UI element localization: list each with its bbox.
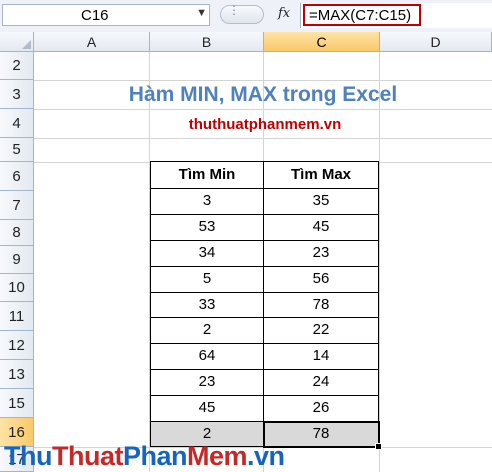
column-header-d[interactable]: D [380, 32, 492, 52]
header-tim-min[interactable]: Tìm Min [151, 162, 263, 188]
table-cell[interactable]: 24 [264, 369, 378, 395]
table-cell[interactable]: 22 [264, 317, 378, 343]
column-header-a[interactable]: A [34, 32, 150, 52]
table-cell[interactable]: 23 [264, 240, 378, 266]
row-header-9[interactable]: 9 [0, 246, 34, 274]
table-cell[interactable]: 45 [264, 214, 378, 240]
select-all-button[interactable] [0, 32, 34, 52]
watermark-part: .vn [247, 441, 285, 471]
watermark-part: Mem [187, 441, 248, 471]
table-cell[interactable]: 23 [151, 369, 263, 395]
table-cell[interactable]: 64 [151, 343, 263, 369]
watermark-part: Phan [122, 441, 188, 471]
formula-bar: C16 ▼ ⋮ fx =MAX(C7:C15) [0, 0, 492, 33]
grip-icon: ⋮ [228, 3, 240, 17]
table-cell[interactable]: 3 [151, 188, 263, 214]
table-cell[interactable]: 34 [151, 240, 263, 266]
row-header-6[interactable]: 6 [0, 162, 34, 191]
row-header-8[interactable]: 8 [0, 220, 34, 246]
row-header-3[interactable]: 3 [0, 80, 34, 109]
insert-function-icon[interactable]: fx [278, 6, 290, 21]
table-cell[interactable]: 78 [264, 292, 378, 317]
name-box-value: C16 [81, 7, 109, 24]
column-header-b[interactable]: B [150, 32, 264, 52]
select-all-icon [22, 40, 31, 49]
table-cell[interactable]: 45 [151, 395, 263, 421]
row-header-12[interactable]: 12 [0, 331, 34, 360]
formula-input[interactable]: =MAX(C7:C15) [300, 3, 492, 28]
watermark-part: Thuat [51, 441, 124, 471]
chevron-down-icon[interactable]: ▼ [196, 7, 207, 19]
table-cell[interactable]: 14 [264, 343, 378, 369]
row-header-2[interactable]: 2 [0, 52, 34, 80]
table-cell[interactable]: 5 [151, 266, 263, 292]
sheet-title: Hàm MIN, MAX trong Excel [128, 83, 398, 106]
row-header-13[interactable]: 13 [0, 360, 34, 389]
table-cell[interactable]: 53 [151, 214, 263, 240]
row-header-11[interactable]: 11 [0, 302, 34, 331]
column-header-c[interactable]: C [264, 32, 380, 52]
watermark-logo: ThuThuatPhanMem.vn [4, 441, 285, 472]
row-header-10[interactable]: 10 [0, 274, 34, 302]
row-header-15[interactable]: 15 [0, 389, 34, 418]
gridline [34, 162, 492, 163]
table-cell[interactable]: 2 [151, 317, 263, 343]
formula-text: =MAX(C7:C15) [309, 7, 412, 24]
row-header-7[interactable]: 7 [0, 191, 34, 220]
name-box[interactable]: C16 ▼ [2, 4, 210, 26]
table-cell[interactable]: 33 [151, 292, 263, 317]
formula-bar-splitter[interactable]: ⋮ [216, 3, 272, 26]
table-cell[interactable]: 56 [264, 266, 378, 292]
table-cell[interactable]: 35 [264, 188, 378, 214]
header-tim-max[interactable]: Tìm Max [264, 162, 378, 188]
table-cell[interactable]: 26 [264, 395, 378, 421]
formula-highlight: =MAX(C7:C15) [303, 4, 421, 26]
sheet-subtitle: thuthuatphanmem.vn [188, 116, 342, 133]
splitter-handle[interactable] [220, 5, 264, 24]
watermark-part: Thu [4, 441, 52, 471]
row-header-4[interactable]: 4 [0, 109, 34, 138]
row-header-5[interactable]: 5 [0, 138, 34, 162]
